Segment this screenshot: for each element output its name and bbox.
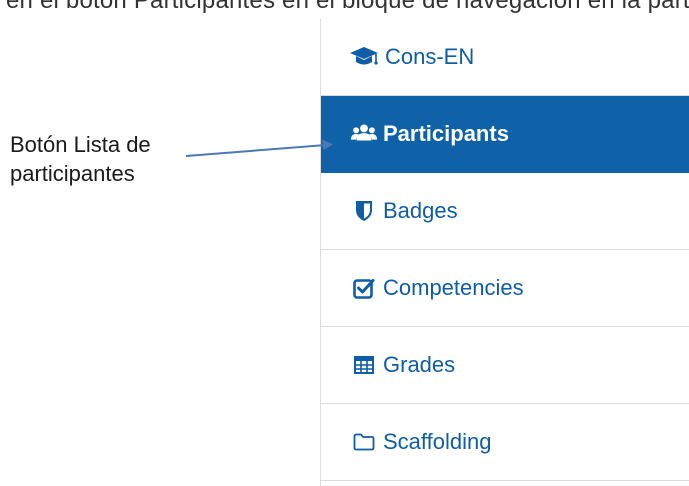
annotation-line-1: Botón Lista de [10, 132, 151, 157]
cropped-instruction-label: en el botón Participantes en el bloque d… [6, 0, 689, 14]
course-navigation-block: Cons-EN Participants Badges Competencies… [320, 19, 689, 486]
graduation-cap-icon [349, 44, 379, 70]
table-icon [351, 352, 377, 378]
users-icon [351, 121, 377, 147]
nav-item-grades[interactable]: Grades [321, 327, 689, 404]
folder-icon [351, 429, 377, 455]
nav-item-scaffolding-label: Scaffolding [383, 429, 492, 454]
nav-item-course[interactable]: Cons-EN [321, 19, 689, 96]
annotation-callout: Botón Lista de participantes [10, 130, 151, 188]
nav-item-participants[interactable]: Participants [321, 96, 689, 173]
nav-item-grades-label: Grades [383, 352, 456, 377]
nav-item-course-label: Cons-EN [385, 44, 475, 69]
nav-item-badges[interactable]: Badges [321, 173, 689, 250]
check-square-icon [351, 275, 377, 301]
nav-item-competencies-label: Competencies [383, 275, 524, 300]
shield-icon [351, 198, 377, 224]
nav-item-participants-label: Participants [383, 121, 509, 146]
annotation-line-2: participantes [10, 161, 135, 186]
nav-item-scaffolding[interactable]: Scaffolding [321, 404, 689, 481]
nav-item-badges-label: Badges [383, 198, 458, 223]
nav-item-competencies[interactable]: Competencies [321, 250, 689, 327]
